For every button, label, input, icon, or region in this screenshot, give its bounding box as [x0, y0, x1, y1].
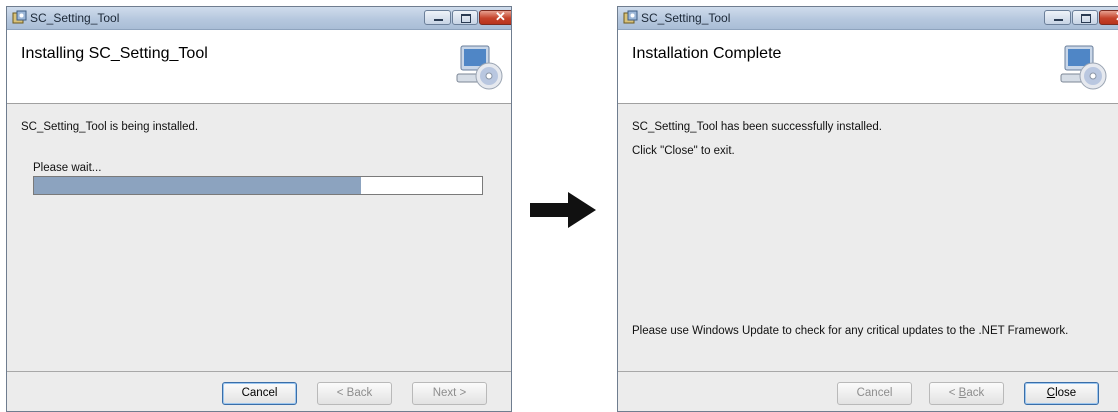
- computer-disc-icon: [456, 45, 503, 90]
- cancel-button[interactable]: Cancel: [837, 382, 912, 405]
- title-bar[interactable]: SC_Setting_Tool ✕: [7, 7, 511, 30]
- window-title: SC_Setting_Tool: [641, 11, 731, 25]
- maximize-button[interactable]: [452, 10, 478, 25]
- complete-window: SC_Setting_Tool ✕ Installation Complete …: [617, 6, 1118, 412]
- maximize-icon: [1081, 14, 1091, 23]
- footer-divider: [7, 371, 511, 372]
- page-title: Installation Complete: [632, 45, 782, 62]
- minimize-icon: [434, 19, 443, 21]
- window-title: SC_Setting_Tool: [30, 11, 120, 25]
- progress-bar: [33, 176, 483, 195]
- page-title: Installing SC_Setting_Tool: [21, 45, 208, 62]
- close-icon: ✕: [1100, 9, 1118, 25]
- minimize-button[interactable]: [1044, 10, 1071, 25]
- next-button[interactable]: Next >: [412, 382, 487, 405]
- status-text: SC_Setting_Tool is being installed.: [21, 121, 199, 133]
- back-label-rest: ack: [966, 387, 985, 399]
- close-instruction: Click "Close" to exit.: [632, 145, 735, 157]
- close-window-button[interactable]: ✕: [479, 9, 511, 25]
- header-banner: Installation Complete: [618, 30, 1118, 104]
- minimize-button[interactable]: [424, 10, 451, 25]
- close-window-button[interactable]: ✕: [1099, 9, 1118, 25]
- update-note: Please use Windows Update to check for a…: [632, 325, 1069, 337]
- maximize-icon: [461, 14, 471, 23]
- footer-divider: [618, 371, 1118, 372]
- back-button[interactable]: < Back: [317, 382, 392, 405]
- computer-disc-icon: [1060, 45, 1107, 90]
- minimize-icon: [1054, 19, 1063, 21]
- close-button[interactable]: Close: [1024, 382, 1099, 405]
- close-accelerator: C: [1046, 387, 1056, 399]
- installing-window: SC_Setting_Tool ✕ Installing SC_Setting_…: [6, 6, 512, 412]
- installer-icon: [12, 10, 27, 24]
- close-icon: ✕: [495, 9, 506, 24]
- right-arrow-icon: [530, 192, 596, 228]
- progress-fill: [34, 177, 362, 194]
- back-button[interactable]: < Back: [929, 382, 1004, 405]
- wait-label: Please wait...: [33, 162, 102, 174]
- close-label-rest: lose: [1055, 387, 1077, 399]
- installer-icon: [623, 10, 638, 24]
- success-message: SC_Setting_Tool has been successfully in…: [632, 121, 882, 133]
- cancel-button[interactable]: Cancel: [222, 382, 297, 405]
- header-banner: Installing SC_Setting_Tool: [7, 30, 511, 104]
- title-bar[interactable]: SC_Setting_Tool ✕: [618, 7, 1118, 30]
- maximize-button[interactable]: [1072, 10, 1098, 25]
